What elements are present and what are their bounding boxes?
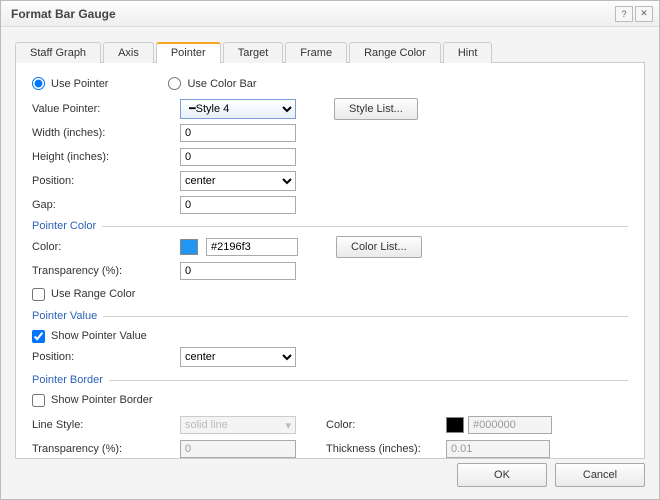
border-transparency-label: Transparency (%): — [32, 443, 180, 455]
pointer-color-header: Pointer Color — [32, 220, 96, 232]
tab-hint[interactable]: Hint — [443, 42, 493, 63]
tab-strip: Staff Graph Axis Pointer Target Frame Ra… — [15, 39, 645, 63]
use-range-color-label: Use Range Color — [51, 288, 135, 300]
help-icon[interactable]: ? — [615, 6, 633, 22]
use-color-bar-radio[interactable]: Use Color Bar — [168, 77, 256, 90]
tab-frame[interactable]: Frame — [285, 42, 347, 63]
show-pointer-border-label: Show Pointer Border — [51, 394, 153, 406]
use-range-color-input[interactable] — [32, 288, 45, 301]
height-input[interactable] — [180, 148, 296, 166]
position-label: Position: — [32, 175, 180, 187]
format-bar-gauge-dialog: Format Bar Gauge ? ✕ Staff Graph Axis Po… — [0, 0, 660, 500]
position-select[interactable]: center — [180, 171, 296, 191]
line-style-value: solid line — [185, 419, 228, 431]
color-swatch[interactable] — [180, 239, 198, 255]
divider — [102, 226, 628, 227]
tab-pointer[interactable]: Pointer — [156, 42, 221, 63]
titlebar: Format Bar Gauge ? ✕ — [1, 1, 659, 27]
line-style-select: solid line ▾ — [180, 416, 296, 434]
gap-input[interactable] — [180, 196, 296, 214]
chevron-down-icon: ▾ — [285, 419, 291, 432]
tab-target[interactable]: Target — [223, 42, 284, 63]
tab-range-color[interactable]: Range Color — [349, 42, 441, 63]
value-position-label: Position: — [32, 351, 180, 363]
use-color-bar-label: Use Color Bar — [187, 78, 256, 90]
show-pointer-border-input[interactable] — [32, 394, 45, 407]
show-pointer-value-label: Show Pointer Value — [51, 330, 147, 342]
gap-label: Gap: — [32, 199, 180, 211]
cancel-button[interactable]: Cancel — [555, 463, 645, 487]
width-label: Width (inches): — [32, 127, 180, 139]
width-input[interactable] — [180, 124, 296, 142]
show-pointer-value-checkbox[interactable]: Show Pointer Value — [32, 326, 628, 346]
border-transparency-input — [180, 440, 296, 458]
pointer-panel: Use Pointer Use Color Bar Value Pointer:… — [15, 63, 645, 459]
color-list-button[interactable]: Color List... — [336, 236, 422, 258]
pointer-border-header: Pointer Border — [32, 374, 103, 386]
transparency-label: Transparency (%): — [32, 265, 180, 277]
tab-staff-graph[interactable]: Staff Graph — [15, 42, 101, 63]
border-color-swatch — [446, 417, 464, 433]
ok-button[interactable]: OK — [457, 463, 547, 487]
pointer-value-header: Pointer Value — [32, 310, 97, 322]
style-list-button[interactable]: Style List... — [334, 98, 418, 120]
close-icon[interactable]: ✕ — [635, 6, 653, 22]
value-pointer-select[interactable]: ━Style 4 — [180, 99, 296, 119]
value-position-select[interactable]: center — [180, 347, 296, 367]
show-pointer-value-input[interactable] — [32, 330, 45, 343]
content-area: Staff Graph Axis Pointer Target Frame Ra… — [1, 27, 659, 459]
thickness-label: Thickness (inches): — [326, 443, 446, 455]
use-pointer-radio[interactable]: Use Pointer — [32, 77, 108, 90]
color-label: Color: — [32, 241, 180, 253]
tab-axis[interactable]: Axis — [103, 42, 154, 63]
thickness-input — [446, 440, 550, 458]
use-range-color-checkbox[interactable]: Use Range Color — [32, 284, 628, 304]
dialog-footer: OK Cancel — [457, 463, 645, 487]
value-pointer-label: Value Pointer: — [32, 103, 180, 115]
divider — [109, 380, 628, 381]
border-color-label: Color: — [326, 419, 446, 431]
show-pointer-border-checkbox[interactable]: Show Pointer Border — [32, 390, 628, 410]
height-label: Height (inches): — [32, 151, 180, 163]
use-pointer-label: Use Pointer — [51, 78, 108, 90]
use-pointer-radio-input[interactable] — [32, 77, 45, 90]
dialog-title: Format Bar Gauge — [11, 7, 116, 21]
use-color-bar-radio-input[interactable] — [168, 77, 181, 90]
transparency-input[interactable] — [180, 262, 296, 280]
color-input[interactable] — [206, 238, 298, 256]
line-style-label: Line Style: — [32, 419, 180, 431]
divider — [103, 316, 628, 317]
border-color-input — [468, 416, 552, 434]
